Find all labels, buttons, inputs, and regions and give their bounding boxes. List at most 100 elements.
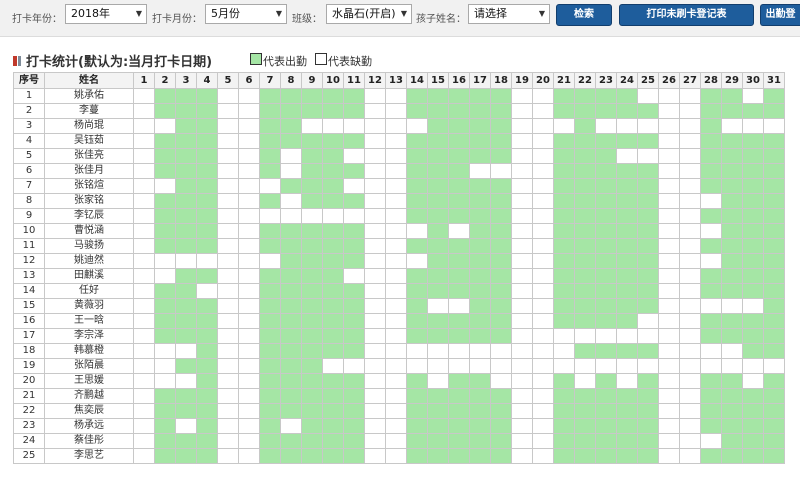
attendance-cell-present [427, 253, 449, 269]
attendance-cell-present [763, 373, 785, 389]
attendance-cell-present [763, 103, 785, 119]
attendance-cell-present [154, 313, 176, 329]
attendance-cell-present [763, 148, 785, 164]
attendance-cell-absent [280, 418, 302, 434]
attendance-cell-present [595, 418, 617, 434]
attendance-cell-present [427, 193, 449, 209]
attendance-cell-absent [679, 238, 701, 254]
attendance-cell-present [553, 103, 575, 119]
attendance-cell-absent [658, 133, 680, 149]
attendance-cell-present [616, 268, 638, 284]
attendance-cell-present [301, 403, 323, 419]
print-unswiped-button[interactable]: 打印未刷卡登记表 [619, 4, 754, 26]
attendance-cell-present [301, 418, 323, 434]
attendance-cell-absent [427, 373, 449, 389]
attendance-cell-absent [406, 358, 428, 374]
table-row: 25 李思艺 [13, 448, 785, 464]
attendance-cell-present [700, 208, 722, 224]
attendance-cell-present [595, 433, 617, 449]
column-header-day: 4 [196, 72, 218, 89]
attendance-cell-present [595, 133, 617, 149]
attendance-cell-present [301, 88, 323, 104]
column-header-name: 姓名 [44, 72, 134, 89]
attendance-cell-present [301, 328, 323, 344]
attendance-cell-absent [490, 343, 512, 359]
attendance-cell-absent [385, 418, 407, 434]
attendance-cell-present [280, 373, 302, 389]
child-label: 孩子姓名： [416, 14, 466, 25]
attendance-cell-present [406, 373, 428, 389]
attendance-cell-present [154, 88, 176, 104]
attendance-cell-absent [595, 328, 617, 344]
column-header-day: 16 [448, 72, 470, 89]
attendance-cell-present [595, 268, 617, 284]
attendance-cell-present [301, 178, 323, 194]
attendance-cell-present [343, 103, 365, 119]
attendance-cell-present [490, 388, 512, 404]
attendance-cell-present [280, 313, 302, 329]
attendance-cell-present [175, 268, 197, 284]
attendance-cell-present [721, 163, 743, 179]
attendance-cell-absent [385, 88, 407, 104]
month-select[interactable]: 5月份 ▼ [205, 4, 287, 24]
attendance-cell-present [763, 418, 785, 434]
attendance-cell-present [637, 283, 659, 299]
attendance-cell-present [763, 88, 785, 104]
attendance-cell-absent [658, 313, 680, 329]
attendance-cell-present [154, 133, 176, 149]
attendance-cell-present [175, 358, 197, 374]
attendance-cell-absent [532, 268, 554, 284]
attendance-cell-present [637, 223, 659, 239]
year-select[interactable]: 2018年 ▼ [65, 4, 147, 24]
attendance-cell-present [490, 238, 512, 254]
attendance-cell-present [427, 403, 449, 419]
attendance-cell-absent [658, 193, 680, 209]
search-button[interactable]: 检索 [556, 4, 612, 26]
attendance-cell-present [301, 283, 323, 299]
attendance-cell-absent [679, 223, 701, 239]
attendance-cell-absent [532, 328, 554, 344]
attendance-cell-present [322, 433, 344, 449]
student-name: 王思媛 [44, 373, 134, 389]
class-select[interactable]: 水晶石(开启) ▼ [326, 4, 412, 24]
child-select[interactable]: 请选择 ▼ [468, 4, 550, 24]
attendance-cell-present [343, 133, 365, 149]
attendance-cell-present [700, 448, 722, 464]
attendance-cell-present [280, 283, 302, 299]
student-name: 姚迪然 [44, 253, 134, 269]
student-name: 李思艺 [44, 448, 134, 464]
attendance-cell-present [448, 193, 470, 209]
attendance-cell-present [301, 103, 323, 119]
attendance-cell-absent [532, 403, 554, 419]
attendance-cell-absent [238, 313, 260, 329]
attendance-cell-present [448, 373, 470, 389]
attendance-cell-present [574, 313, 596, 329]
column-header-day: 7 [259, 72, 281, 89]
student-name: 杨承远 [44, 418, 134, 434]
attendance-cell-present [280, 223, 302, 239]
attendance-cell-absent [385, 208, 407, 224]
attendance-cell-present [154, 388, 176, 404]
attendance-cell-present [427, 418, 449, 434]
attendance-cell-present [490, 433, 512, 449]
student-name: 曹悦涵 [44, 223, 134, 239]
attendance-cell-present [616, 178, 638, 194]
export-attendance-button[interactable]: 出勤登 [760, 4, 800, 26]
attendance-cell-absent [217, 208, 239, 224]
attendance-cell-present [343, 238, 365, 254]
attendance-cell-present [553, 238, 575, 254]
attendance-cell-present [406, 388, 428, 404]
attendance-cell-present [763, 223, 785, 239]
attendance-cell-present [154, 403, 176, 419]
attendance-cell-present [721, 253, 743, 269]
attendance-cell-present [259, 433, 281, 449]
attendance-cell-present [616, 403, 638, 419]
table-row: 4 吴钰茹 [13, 133, 785, 149]
attendance-cell-absent [238, 418, 260, 434]
attendance-cell-absent [343, 358, 365, 374]
row-index: 12 [13, 253, 45, 269]
attendance-cell-present [553, 208, 575, 224]
attendance-cell-present [553, 223, 575, 239]
attendance-cell-present [616, 88, 638, 104]
attendance-cell-absent [658, 238, 680, 254]
